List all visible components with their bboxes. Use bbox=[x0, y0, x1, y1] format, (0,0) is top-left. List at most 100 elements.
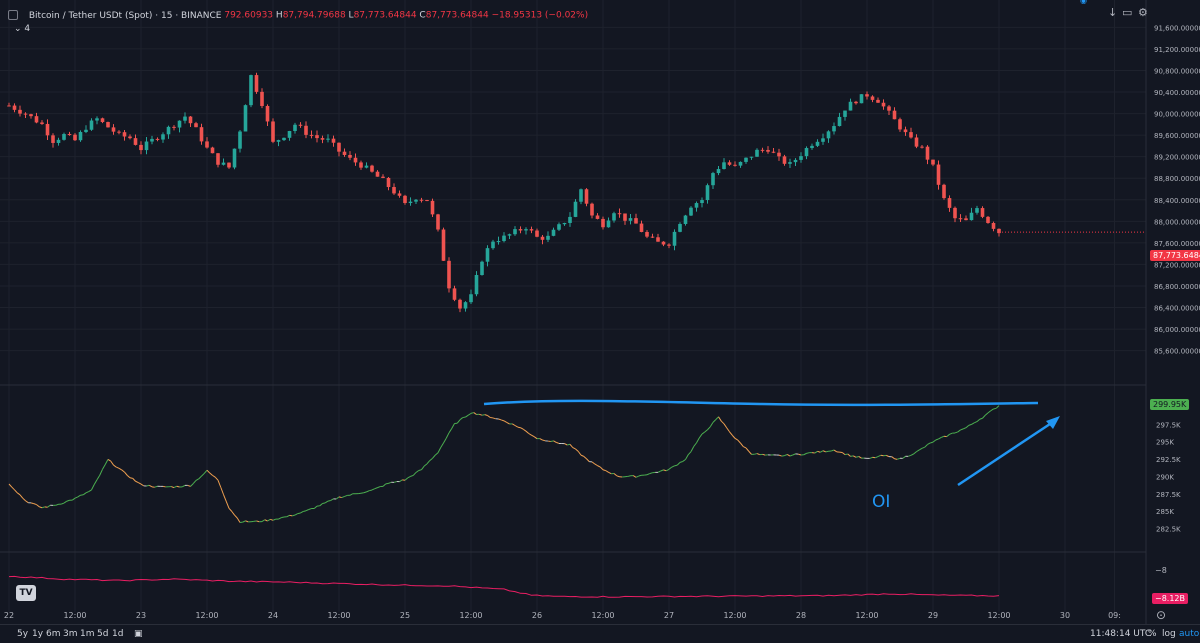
candle-body bbox=[777, 153, 781, 157]
arrow-down-icon[interactable]: ↓ bbox=[1108, 6, 1117, 19]
lower-series bbox=[9, 576, 999, 597]
oi-segment bbox=[15, 490, 18, 493]
candle-body bbox=[332, 139, 336, 143]
oi-segment bbox=[174, 486, 177, 487]
oi-segment bbox=[853, 456, 856, 457]
open-value: 792.60933 bbox=[224, 11, 273, 21]
candle-body bbox=[486, 248, 490, 262]
oi-segment bbox=[383, 484, 386, 486]
chart-canvas[interactable]: 2212:002312:002412:002512:002612:002712:… bbox=[0, 0, 1200, 642]
oi-segment bbox=[188, 485, 191, 486]
candle-body bbox=[722, 162, 726, 169]
candle-body bbox=[662, 242, 666, 245]
lower-indicator-line bbox=[9, 576, 999, 597]
candle-body bbox=[150, 139, 154, 142]
oi-segment bbox=[306, 510, 309, 511]
price-tick-label: 88,800.000000 bbox=[1154, 175, 1200, 183]
candle-body bbox=[145, 142, 149, 151]
oi-segment bbox=[314, 506, 317, 508]
candle-body bbox=[365, 166, 369, 168]
collapse-toggle-icon[interactable] bbox=[8, 10, 18, 20]
oi-segment bbox=[331, 499, 334, 501]
candle-body bbox=[684, 216, 688, 224]
candle-body bbox=[953, 208, 957, 218]
oi-segment bbox=[694, 443, 697, 447]
oi-segment bbox=[196, 479, 199, 481]
candle-body bbox=[315, 135, 319, 138]
log-toggle[interactable]: log bbox=[1162, 629, 1176, 639]
candle-body bbox=[304, 126, 308, 135]
settings-icon[interactable]: ⚙ bbox=[1138, 6, 1148, 19]
goto-realtime-icon[interactable]: ⊙ bbox=[1156, 608, 1166, 622]
timeframe-3m[interactable]: 3m bbox=[63, 629, 78, 639]
eye-icon[interactable]: ◉ bbox=[1080, 0, 1087, 5]
candle-body bbox=[46, 124, 50, 135]
oi-segment bbox=[576, 449, 579, 451]
oi-segment bbox=[815, 451, 818, 453]
oi-segment bbox=[86, 492, 89, 493]
candle-body bbox=[266, 106, 270, 121]
oi-tick-label: 295K bbox=[1156, 439, 1174, 447]
timeframe-1m[interactable]: 1m bbox=[80, 629, 95, 639]
candle-body bbox=[623, 213, 627, 220]
oi-segment bbox=[67, 500, 70, 501]
symbol-title[interactable]: Bitcoin / Tether USDt (Spot) · 15 · BINA… bbox=[29, 11, 222, 21]
oi-segment bbox=[730, 432, 733, 435]
candle-body bbox=[728, 162, 732, 164]
candle-body bbox=[123, 132, 127, 136]
oi-segment bbox=[529, 433, 532, 435]
oi-segment bbox=[686, 455, 689, 460]
oi-segment bbox=[807, 453, 810, 454]
oi-segment bbox=[339, 497, 342, 498]
maximize-icon[interactable]: ▭ bbox=[1122, 6, 1132, 19]
timeframe-1y[interactable]: 1y bbox=[32, 629, 43, 639]
candle-body bbox=[876, 100, 880, 103]
oi-segment bbox=[818, 451, 821, 452]
oi-segment bbox=[664, 470, 667, 471]
oi-segment bbox=[433, 455, 436, 458]
candle-body bbox=[700, 200, 704, 203]
grid-lines bbox=[0, 0, 1146, 612]
lower-badge: −8.12B bbox=[1152, 593, 1188, 604]
oi-segment bbox=[364, 492, 367, 493]
candle-body bbox=[926, 147, 930, 160]
indicator-row[interactable]: ⌄ 4 bbox=[14, 24, 30, 34]
candle-body bbox=[667, 245, 671, 246]
oi-segment bbox=[994, 408, 997, 409]
oi-segment bbox=[614, 473, 617, 475]
date-range-icon[interactable]: ▣ bbox=[134, 629, 143, 639]
price-tick-label: 90,000.000000 bbox=[1154, 111, 1200, 119]
oi-segment bbox=[218, 480, 221, 487]
candle-body bbox=[354, 158, 358, 163]
x-tick-label: 22 bbox=[4, 611, 14, 620]
timeframe-5d[interactable]: 5d bbox=[97, 629, 108, 639]
timeframe-5y[interactable]: 5y bbox=[17, 629, 28, 639]
candle-body bbox=[271, 121, 275, 141]
candle-body bbox=[420, 200, 424, 201]
oi-segment bbox=[834, 450, 837, 452]
oi-segment bbox=[950, 433, 953, 434]
oi-segment bbox=[977, 419, 980, 421]
clock-time[interactable]: 11:48:14 UTC bbox=[1090, 629, 1151, 639]
oi-segment bbox=[675, 465, 678, 466]
oi-segment bbox=[677, 462, 680, 465]
candle-body bbox=[843, 111, 847, 117]
oi-segment bbox=[515, 425, 518, 427]
auto-toggle[interactable]: auto bbox=[1179, 629, 1199, 639]
candle-body bbox=[282, 138, 286, 140]
candle-body bbox=[480, 262, 484, 275]
timeframe-1d[interactable]: 1d bbox=[112, 629, 123, 639]
candle-body bbox=[7, 106, 11, 107]
oi-segment bbox=[785, 454, 788, 455]
oi-segment bbox=[983, 415, 986, 418]
oi-segment bbox=[119, 468, 122, 470]
timeframe-6m[interactable]: 6m bbox=[46, 629, 61, 639]
tradingview-logo: TV bbox=[16, 585, 36, 601]
candle-body bbox=[40, 122, 44, 123]
oi-segment bbox=[914, 452, 917, 454]
percent-toggle[interactable]: % bbox=[1148, 629, 1157, 639]
candle-body bbox=[453, 288, 457, 299]
oi-segment bbox=[147, 485, 150, 486]
oi-segment bbox=[636, 476, 639, 477]
candle-body bbox=[788, 162, 792, 164]
